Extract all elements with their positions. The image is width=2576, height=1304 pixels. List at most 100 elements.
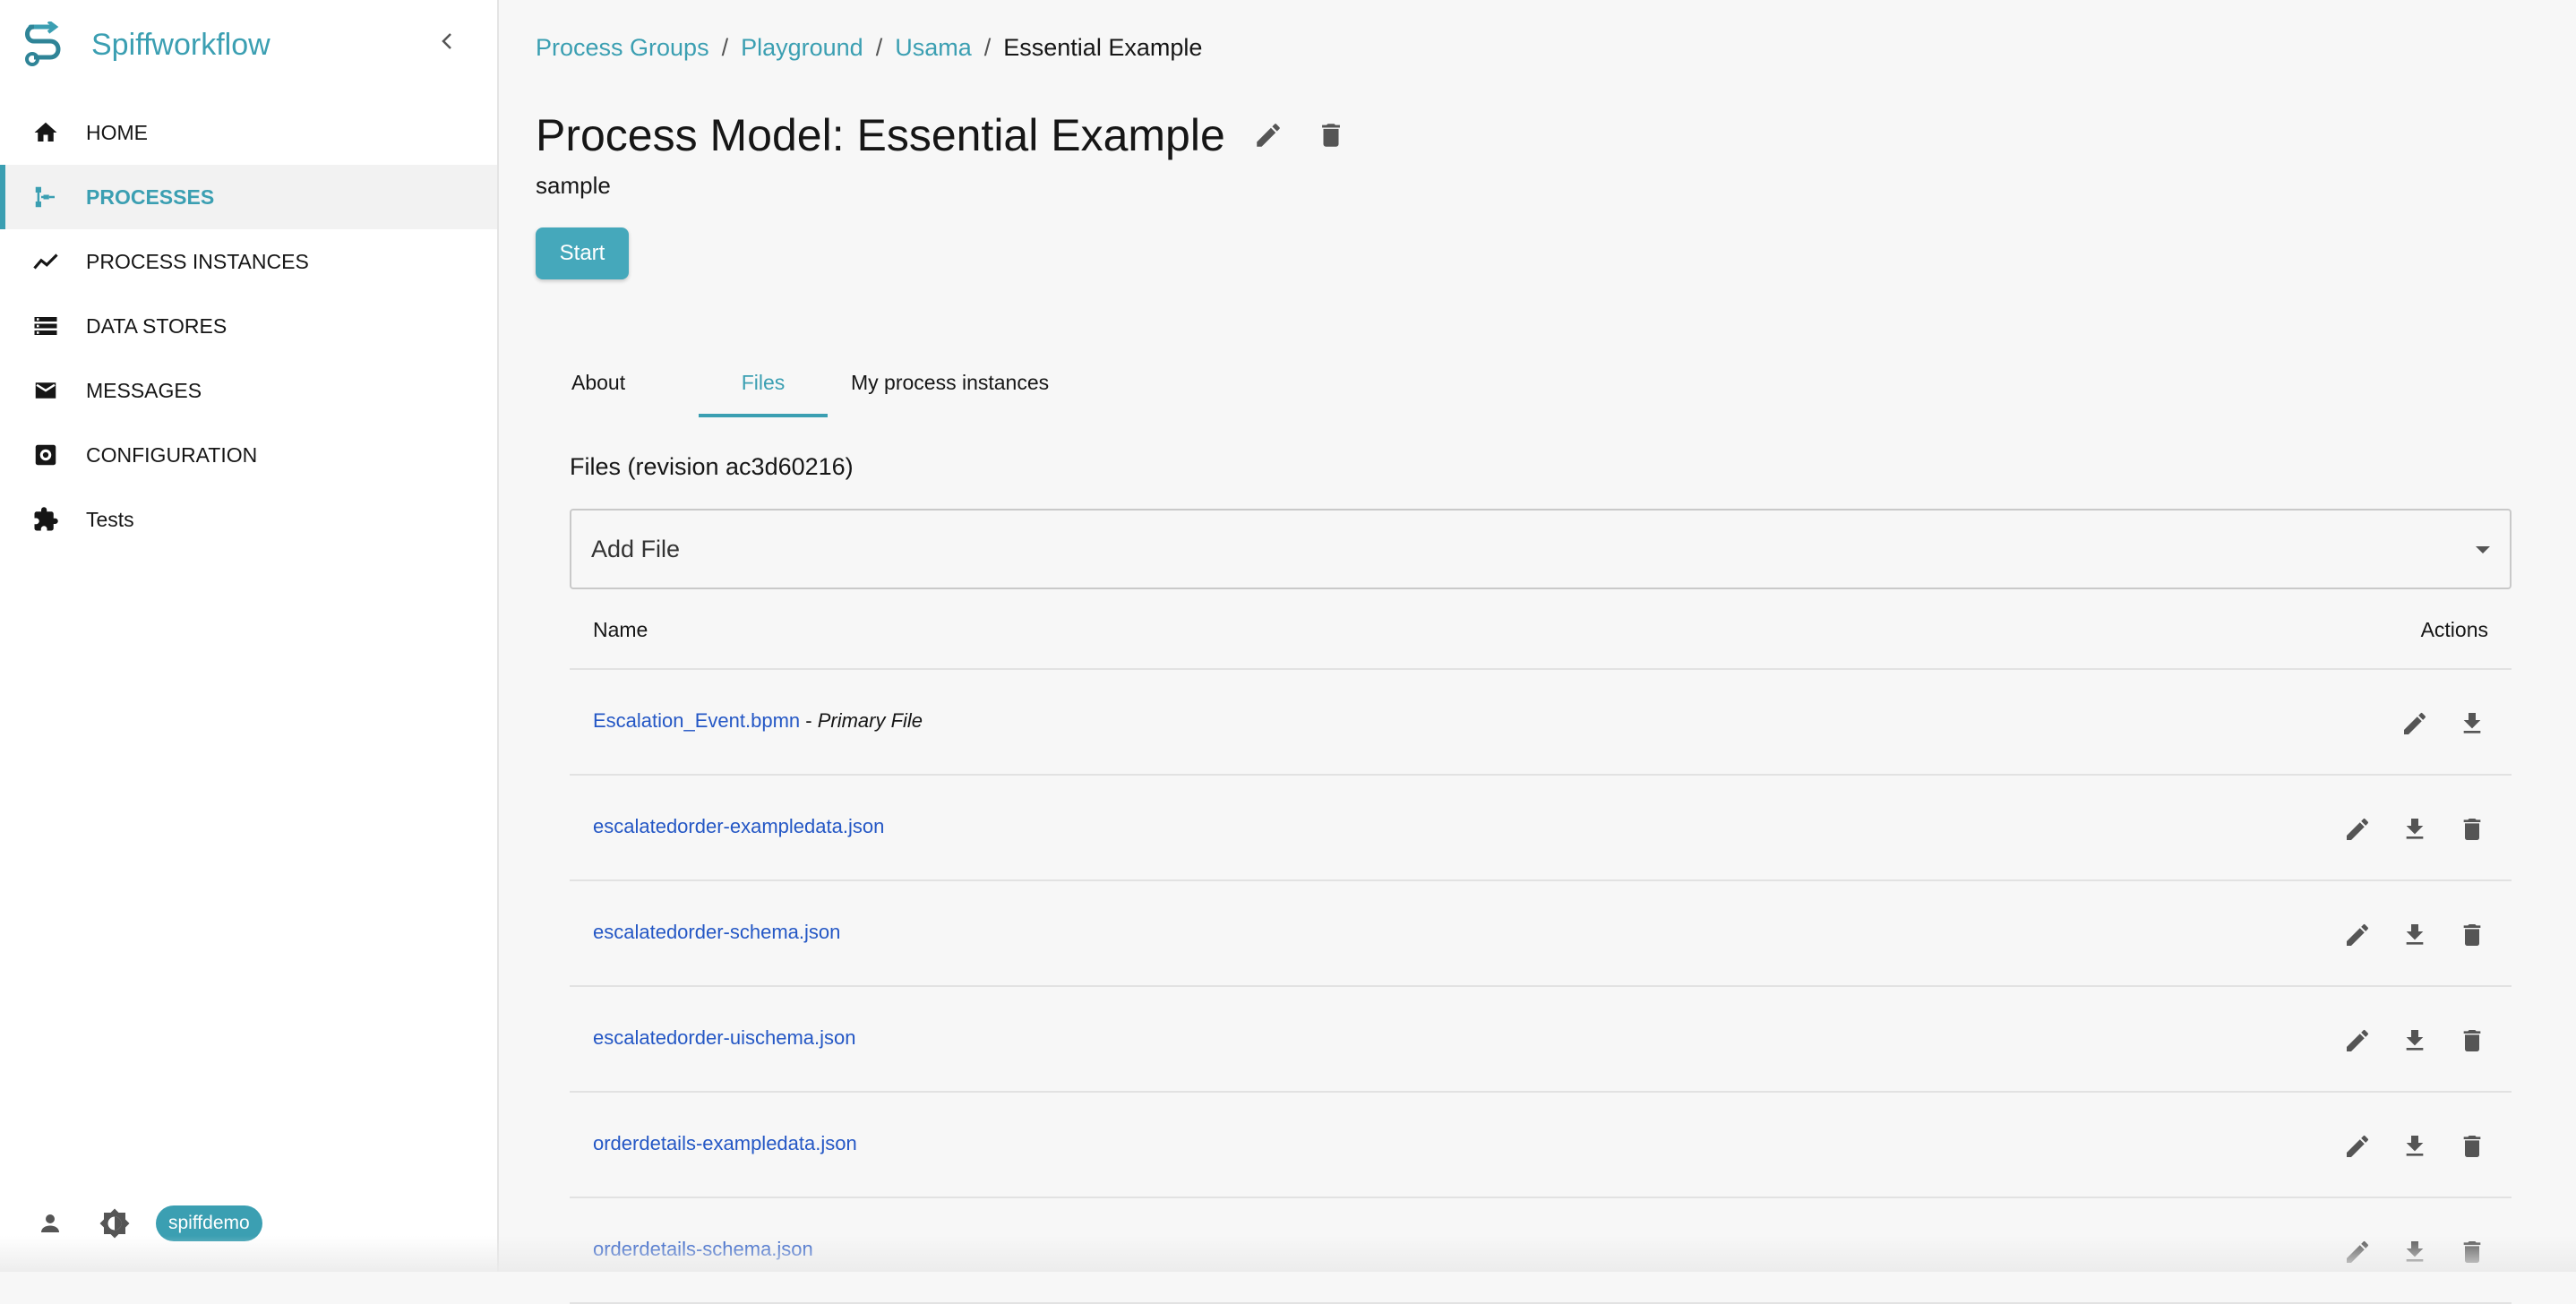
sidebar-item-configuration[interactable]: CONFIGURATION <box>0 423 497 487</box>
breadcrumb-separator: / <box>983 34 992 61</box>
sidebar-item-data-stores[interactable]: DATA STORES <box>0 294 497 358</box>
row-actions <box>2320 1127 2492 1166</box>
sidebar-item-process-instances[interactable]: PROCESS INSTANCES <box>0 229 497 294</box>
theme-toggle-icon[interactable] <box>97 1205 133 1241</box>
sidebar-item-label: HOME <box>86 120 148 144</box>
primary-separator: - <box>800 709 818 732</box>
model-description: sample <box>536 172 611 199</box>
mail-icon <box>30 375 61 406</box>
table-row: escalatedorder-exampledata.json <box>570 776 2512 881</box>
tab-about[interactable]: About <box>571 355 647 417</box>
file-name-cell: orderdetails-exampledata.json <box>593 1132 857 1155</box>
pencil-icon <box>2347 923 2369 946</box>
spiffworkflow-logo-icon <box>25 21 61 66</box>
delete-model-button[interactable] <box>1311 116 1351 155</box>
trash-icon <box>2463 819 2481 840</box>
delete-file-button[interactable] <box>2452 810 2492 849</box>
username-badge[interactable]: spiffdemo <box>156 1205 262 1241</box>
delete-file-button[interactable] <box>2452 915 2492 955</box>
pencil-icon <box>2347 1240 2369 1263</box>
row-actions <box>2320 1232 2492 1272</box>
sidebar-item-tests[interactable]: Tests <box>0 487 497 552</box>
download-file-button[interactable] <box>2395 1127 2434 1166</box>
file-link[interactable]: orderdetails-schema.json <box>593 1238 813 1260</box>
download-file-button[interactable] <box>2395 1021 2434 1060</box>
user-profile-icon[interactable] <box>32 1205 68 1241</box>
edit-file-button[interactable] <box>2338 1021 2377 1060</box>
table-header: Name Actions <box>570 600 2512 670</box>
file-link[interactable]: escalatedorder-schema.json <box>593 921 840 943</box>
download-icon <box>2406 1241 2424 1262</box>
download-file-button[interactable] <box>2452 704 2492 743</box>
breadcrumb: Process Groups / Playground / Usama / Es… <box>536 34 1202 62</box>
column-header-actions: Actions <box>2420 618 2488 641</box>
row-actions <box>2320 1021 2492 1060</box>
trending-icon <box>30 246 61 277</box>
download-file-button[interactable] <box>2395 915 2434 955</box>
sidebar-item-label: DATA STORES <box>86 313 228 338</box>
pencil-icon <box>2347 818 2369 840</box>
breadcrumb-link[interactable]: Usama <box>895 34 972 62</box>
chevron-left-icon <box>442 33 451 49</box>
sidebar-item-messages[interactable]: MESSAGES <box>0 358 497 423</box>
table-row: Escalation_Event.bpmn - Primary File <box>570 670 2512 776</box>
trash-icon <box>2463 924 2481 946</box>
edit-file-button[interactable] <box>2338 810 2377 849</box>
sidebar-item-label: MESSAGES <box>86 378 202 402</box>
brand[interactable]: Spiffworkflow <box>21 18 270 72</box>
sidebar-item-home[interactable]: HOME <box>0 100 497 165</box>
tab-my-process-instances[interactable]: My process instances <box>851 355 1049 417</box>
edit-file-button[interactable] <box>2338 1127 2377 1166</box>
app-name: Spiffworkflow <box>91 27 270 62</box>
download-icon <box>2406 924 2424 945</box>
file-link[interactable]: Escalation_Event.bpmn <box>593 709 800 732</box>
puzzle-icon <box>30 504 61 535</box>
start-button[interactable]: Start <box>536 227 629 279</box>
download-file-button[interactable] <box>2395 1232 2434 1272</box>
processes-icon <box>30 182 61 212</box>
pencil-icon <box>2347 1135 2369 1157</box>
delete-file-button[interactable] <box>2452 1232 2492 1272</box>
row-actions <box>2320 810 2492 849</box>
sidebar-item-processes[interactable]: PROCESSES <box>0 165 497 229</box>
trash-icon <box>2463 1136 2481 1157</box>
download-icon <box>2463 713 2481 734</box>
trash-icon <box>1321 124 1340 147</box>
page-title-row: Process Model: Essential Example <box>536 109 1351 161</box>
edit-file-button[interactable] <box>2338 915 2377 955</box>
pencil-icon <box>2404 712 2426 734</box>
download-file-button[interactable] <box>2395 810 2434 849</box>
breadcrumb-link[interactable]: Process Groups <box>536 34 709 62</box>
file-name-cell: Escalation_Event.bpmn - Primary File <box>593 709 923 733</box>
home-icon <box>30 117 61 148</box>
table-row: escalatedorder-schema.json <box>570 881 2512 987</box>
file-link[interactable]: escalatedorder-uischema.json <box>593 1026 856 1049</box>
add-file-select[interactable]: Add File <box>570 509 2512 589</box>
primary-file-label: Primary File <box>817 709 923 732</box>
file-link[interactable]: orderdetails-exampledata.json <box>593 1132 857 1154</box>
sidebar-item-label: CONFIGURATION <box>86 442 258 467</box>
storage-icon <box>30 311 61 341</box>
download-icon <box>2406 819 2424 839</box>
file-link[interactable]: escalatedorder-exampledata.json <box>593 815 884 837</box>
caret-down-icon <box>2476 546 2490 553</box>
add-file-label: Add File <box>591 536 681 562</box>
table-row: orderdetails-schema.json <box>570 1198 2512 1304</box>
breadcrumb-current: Essential Example <box>1003 34 1203 61</box>
table-row: escalatedorder-uischema.json <box>570 987 2512 1093</box>
files-table: Name Actions Escalation_Event.bpmn - Pri… <box>570 600 2512 1304</box>
delete-file-button[interactable] <box>2452 1127 2492 1166</box>
edit-file-button[interactable] <box>2395 704 2434 743</box>
breadcrumb-separator: / <box>875 34 883 61</box>
files-heading: Files (revision ac3d60216) <box>570 453 854 480</box>
download-icon <box>2406 1030 2424 1051</box>
collapse-sidebar-button[interactable] <box>430 23 466 59</box>
edit-file-button[interactable] <box>2338 1232 2377 1272</box>
row-actions <box>2320 915 2492 955</box>
delete-file-button[interactable] <box>2452 1021 2492 1060</box>
edit-model-button[interactable] <box>1249 116 1288 155</box>
file-name-cell: escalatedorder-uischema.json <box>593 1026 856 1050</box>
sidebar-item-label: PROCESS INSTANCES <box>86 249 309 273</box>
tab-files[interactable]: Files <box>699 355 828 417</box>
breadcrumb-link[interactable]: Playground <box>741 34 863 62</box>
